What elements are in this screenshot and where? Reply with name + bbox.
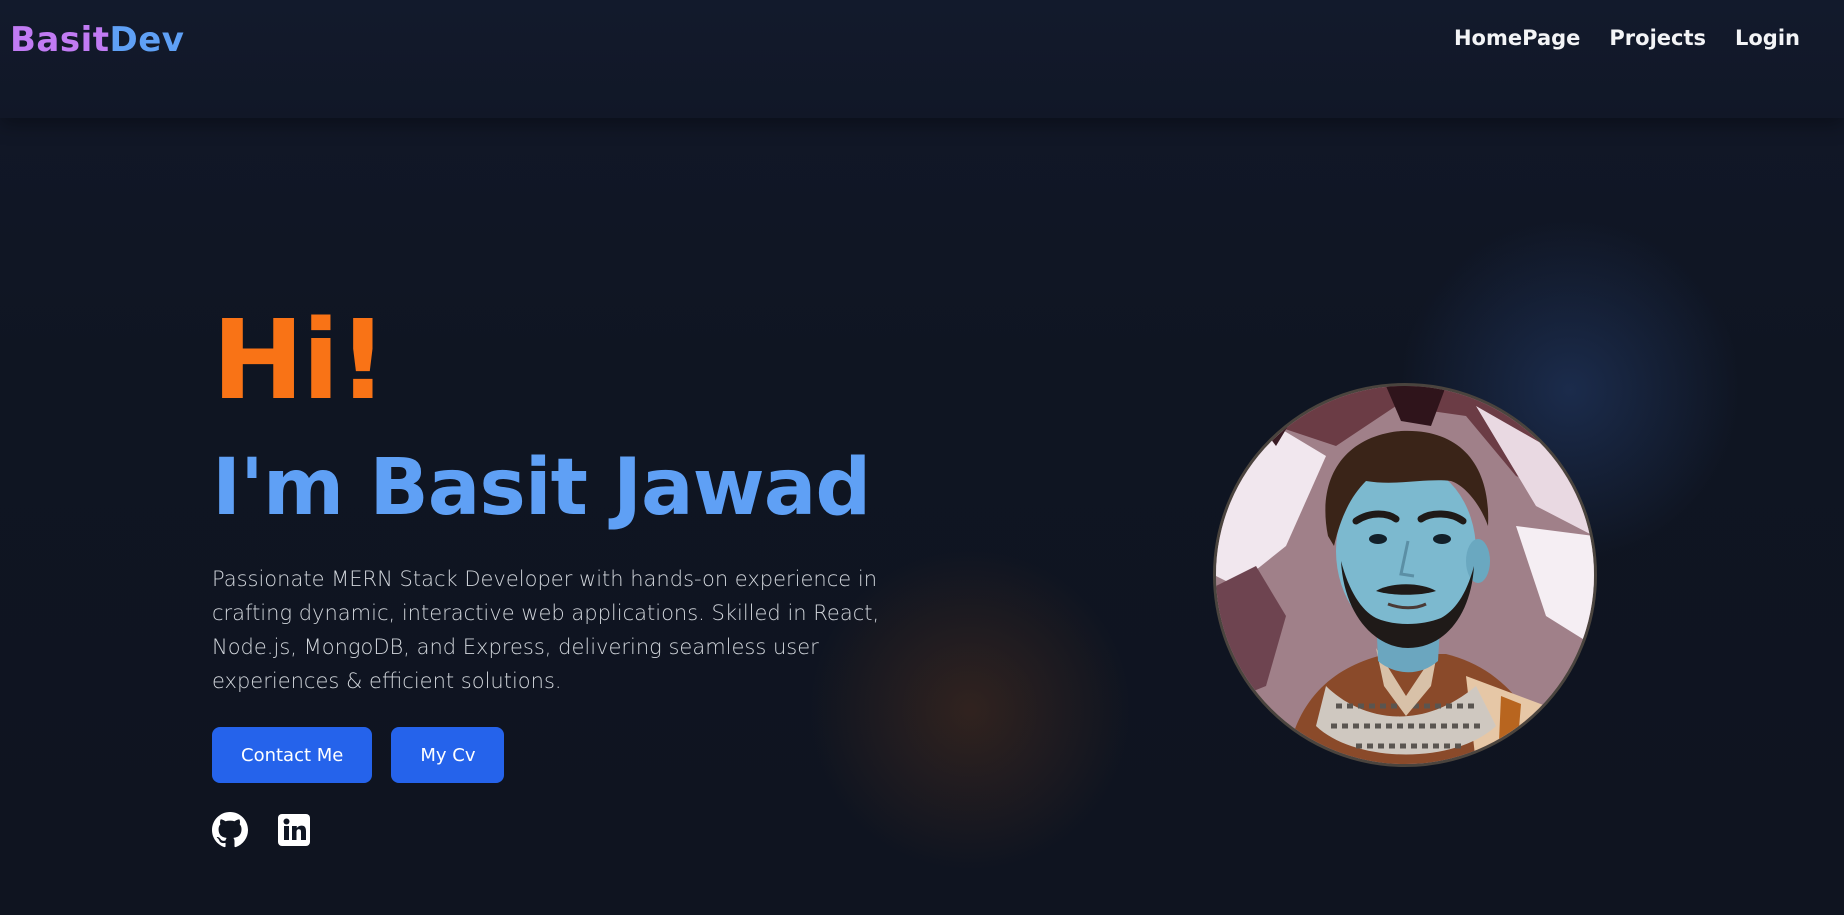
page: BasitDev HomePage Projects Login Hi! I'm… — [0, 0, 1844, 915]
profile-photo — [1213, 383, 1597, 767]
site-logo[interactable]: BasitDev — [10, 18, 184, 62]
my-cv-button[interactable]: My Cv — [391, 727, 505, 783]
hero-section: Hi! I'm Basit Jawad Passionate MERN Stac… — [212, 296, 892, 848]
hero-name: I'm Basit Jawad — [212, 443, 871, 533]
hero-bio: Passionate MERN Stack Developer with han… — [212, 567, 880, 693]
nav-link-projects[interactable]: Projects — [1609, 24, 1706, 52]
hero-button-row: Contact Me My Cv — [212, 727, 505, 783]
navbar: BasitDev HomePage Projects Login — [0, 0, 1844, 118]
hero-greeting: Hi! — [212, 296, 388, 424]
logo-part-dev: Dev — [109, 20, 185, 60]
nav-link-login[interactable]: Login — [1735, 24, 1800, 52]
nav-link-homepage[interactable]: HomePage — [1454, 24, 1580, 52]
contact-me-button[interactable]: Contact Me — [212, 727, 373, 783]
logo-part-basit: Basit — [10, 20, 110, 60]
social-links — [212, 812, 312, 848]
nav-links: HomePage Projects Login — [1454, 24, 1800, 52]
linkedin-icon[interactable] — [276, 812, 312, 848]
github-icon[interactable] — [212, 812, 248, 848]
